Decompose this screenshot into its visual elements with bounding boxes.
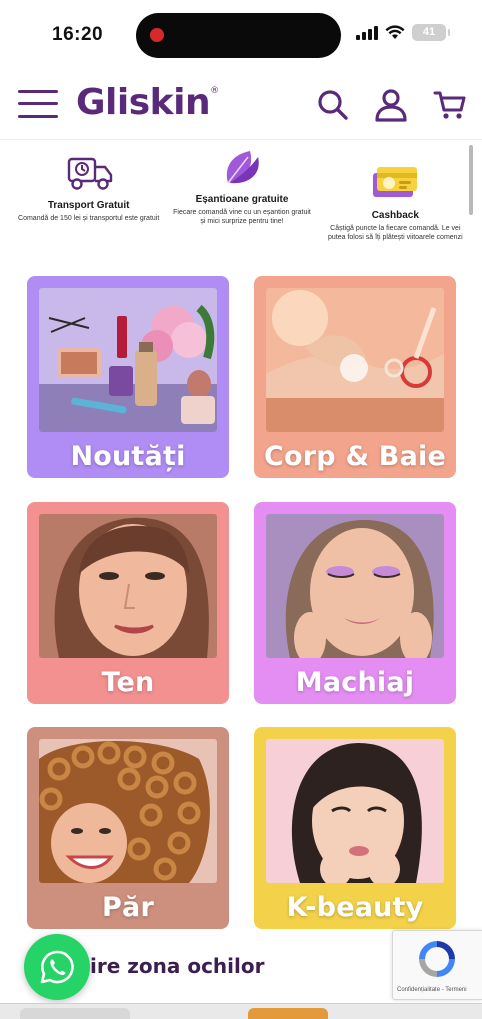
recaptcha-icon [419, 941, 455, 977]
category-label: Ten [101, 667, 155, 698]
cart-icon[interactable] [433, 88, 467, 122]
category-image-k-beauty [266, 739, 444, 883]
category-image-makeup-products [39, 288, 217, 432]
category-card-machiaj[interactable]: Machiaj [254, 502, 456, 704]
wifi-icon [385, 25, 405, 39]
category-card-par[interactable]: Păr [27, 727, 229, 929]
truck-icon [67, 157, 112, 190]
category-card-corp-baie[interactable]: Corp & Baie [254, 276, 456, 478]
category-image-makeup [266, 514, 444, 658]
benefit-title: Transport Gratuit [47, 200, 130, 211]
bottom-tab-segment [20, 1008, 130, 1019]
section-heading: ire zona ochilor [90, 954, 265, 978]
category-label: K-beauty [286, 892, 424, 923]
status-icons: 41 [356, 24, 450, 41]
category-label: Corp & Baie [264, 441, 446, 472]
site-header: Gliskin® [0, 68, 482, 140]
whatsapp-icon [40, 950, 74, 984]
category-card-ten[interactable]: Ten [27, 502, 229, 704]
benefit-desc: Câștigă puncte la fiecare comandă. Le ve… [328, 225, 463, 241]
benefit-cashback: Cashback Câștigă puncte la fiecare coman… [319, 150, 472, 260]
benefit-free-samples: Eșantioane gratuite Fiecare comandă vine… [165, 150, 318, 260]
phone-screen: 16:20 41 Gliskin® Transport Gratuit Coma… [0, 0, 482, 1019]
benefit-free-shipping: Transport Gratuit Comandă de 150 lei și … [12, 150, 165, 260]
benefit-desc: Fiecare comandă vine cu un eșantion grat… [173, 209, 311, 225]
account-icon[interactable] [374, 88, 408, 122]
category-label: Machiaj [295, 667, 415, 698]
hamburger-menu-icon[interactable] [18, 88, 58, 120]
benefit-title: Cashback [371, 210, 419, 221]
category-card-k-beauty[interactable]: K-beauty [254, 727, 456, 929]
benefit-title: Eșantioane gratuite [195, 194, 289, 205]
dynamic-island [136, 13, 341, 58]
recaptcha-badge[interactable]: Confidențialitate - Termeni [392, 930, 482, 1000]
bottom-tab-segment-active [248, 1008, 328, 1019]
signal-icon [356, 25, 378, 40]
recaptcha-privacy-terms[interactable]: Confidențialitate - Termeni [397, 987, 467, 993]
category-image-body-bath [266, 288, 444, 432]
recording-indicator-icon [150, 28, 164, 42]
search-icon[interactable] [316, 88, 350, 122]
status-bar: 16:20 41 [0, 0, 482, 68]
category-image-hair [39, 739, 217, 883]
battery-icon: 41 [412, 24, 450, 41]
benefit-desc: Comandă de 150 lei și transportul este g… [18, 215, 160, 222]
category-label: Noutăți [70, 441, 186, 472]
category-label: Păr [102, 892, 154, 923]
brand-logo[interactable]: Gliskin® [76, 82, 219, 123]
category-image-face-skin [39, 514, 217, 658]
category-card-noutati[interactable]: Noutăți [27, 276, 229, 478]
bottom-browser-bar [0, 1003, 482, 1019]
status-time: 16:20 [52, 24, 104, 45]
registered-mark: ® [210, 86, 219, 96]
logo-text: Gliskin [76, 82, 211, 123]
cashback-card-icon [373, 167, 418, 197]
benefits-strip: Transport Gratuit Comandă de 150 lei și … [12, 150, 472, 260]
whatsapp-chat-button[interactable] [24, 934, 90, 1000]
leaf-icon [226, 151, 259, 184]
